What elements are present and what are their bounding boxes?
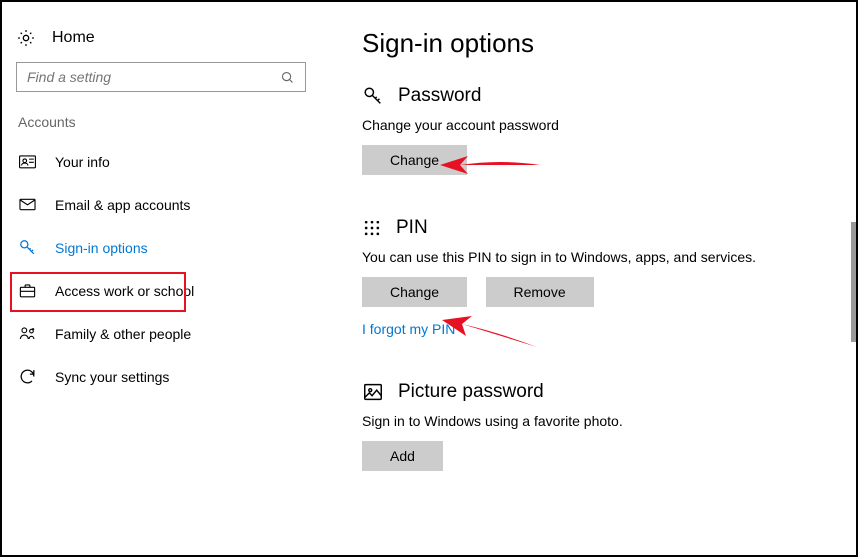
family-icon <box>18 324 37 343</box>
main-content: Sign-in options Password Change your acc… <box>322 2 856 555</box>
home-label: Home <box>52 29 95 47</box>
search-field[interactable] <box>27 69 280 85</box>
section-title: PIN <box>396 217 428 239</box>
section-desc: Sign in to Windows using a favorite phot… <box>362 413 816 429</box>
key-icon <box>362 85 384 107</box>
person-card-icon <box>18 152 37 171</box>
keypad-icon <box>362 218 382 238</box>
section-desc: You can use this PIN to sign in to Windo… <box>362 249 816 265</box>
sidebar-item-label: Sign-in options <box>55 240 148 256</box>
picture-password-section: Picture password Sign in to Windows usin… <box>362 381 816 471</box>
briefcase-icon <box>18 281 37 300</box>
picture-icon <box>362 381 384 403</box>
sidebar-item-label: Access work or school <box>55 283 194 299</box>
key-icon <box>18 238 37 257</box>
page-title: Sign-in options <box>362 28 816 59</box>
sidebar: Home Accounts Your info Email & app acco… <box>2 2 322 555</box>
sidebar-item-sign-in-options[interactable]: Sign-in options <box>16 226 306 269</box>
gear-icon <box>16 28 36 48</box>
sidebar-item-label: Sync your settings <box>55 369 169 385</box>
sidebar-item-access-work[interactable]: Access work or school <box>16 269 306 312</box>
sidebar-item-your-info[interactable]: Your info <box>16 140 306 183</box>
section-desc: Change your account password <box>362 117 816 133</box>
sidebar-item-sync[interactable]: Sync your settings <box>16 355 306 398</box>
sidebar-item-email-accounts[interactable]: Email & app accounts <box>16 183 306 226</box>
forgot-pin-link[interactable]: I forgot my PIN <box>362 321 455 337</box>
home-button[interactable]: Home <box>16 22 306 62</box>
picture-add-button[interactable]: Add <box>362 441 443 471</box>
envelope-icon <box>18 195 37 214</box>
sidebar-item-label: Email & app accounts <box>55 197 190 213</box>
section-title: Picture password <box>398 381 544 403</box>
pin-change-button[interactable]: Change <box>362 277 467 307</box>
pin-section: PIN You can use this PIN to sign in to W… <box>362 217 816 339</box>
search-input[interactable] <box>16 62 306 92</box>
password-change-button[interactable]: Change <box>362 145 467 175</box>
pin-remove-button[interactable]: Remove <box>486 277 594 307</box>
sidebar-item-label: Family & other people <box>55 326 191 342</box>
sidebar-item-family[interactable]: Family & other people <box>16 312 306 355</box>
category-label: Accounts <box>16 114 306 130</box>
section-title: Password <box>398 85 481 107</box>
sidebar-item-label: Your info <box>55 154 110 170</box>
sync-icon <box>18 367 37 386</box>
scrollbar[interactable] <box>851 222 856 342</box>
search-icon <box>280 70 295 85</box>
password-section: Password Change your account password Ch… <box>362 85 816 175</box>
